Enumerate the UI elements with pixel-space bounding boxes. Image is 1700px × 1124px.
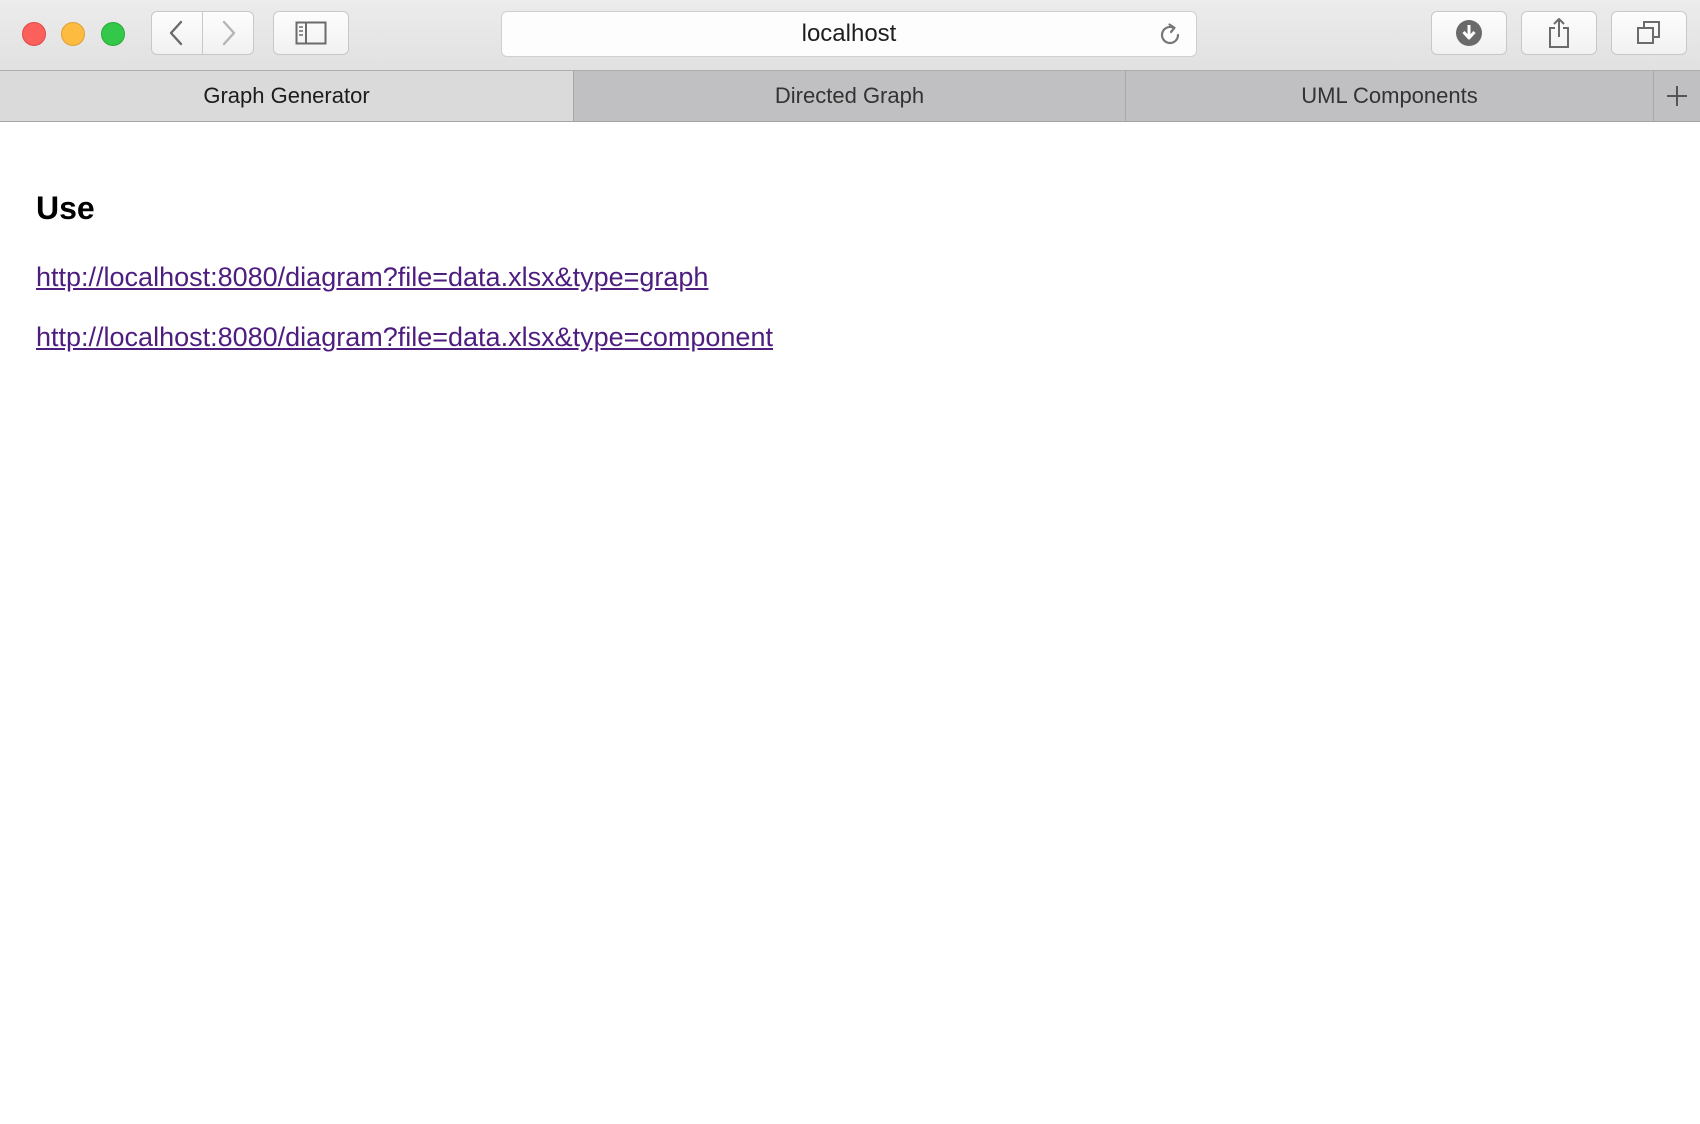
tab-label: Directed Graph [774,83,925,108]
tab-overview-button[interactable] [1611,11,1687,55]
address-url[interactable]: localhost [502,12,1196,56]
tab-graph-generator[interactable]: Graph Generator [0,71,573,121]
new-tab-button[interactable] [1653,71,1700,121]
tab-bar: Graph Generator Directed Graph UML Compo… [0,70,1700,122]
page-heading: Use [36,190,95,226]
minimize-window-button[interactable] [61,22,85,46]
close-window-button[interactable] [22,22,46,46]
download-icon [1456,20,1482,46]
maximize-window-button[interactable] [101,22,125,46]
plus-icon [1667,86,1687,106]
share-icon [1549,18,1569,48]
page-content: Use http://localhost:8080/diagram?file=d… [0,122,1700,1124]
address-bar[interactable]: localhost [501,11,1197,57]
tab-directed-graph[interactable]: Directed Graph [573,71,1125,121]
browser-window: localhost Graph Generator Directed Graph… [0,0,1700,1124]
tabs-overview-icon [1637,21,1660,44]
tab-uml-components[interactable]: UML Components [1125,71,1653,121]
tab-label: UML Components [1301,83,1478,108]
share-button[interactable] [1521,11,1597,55]
downloads-button[interactable] [1431,11,1507,55]
chevron-left-icon [169,20,183,46]
chevron-right-icon [222,20,236,46]
browser-toolbar: localhost [0,0,1700,70]
navigation-buttons [151,11,255,55]
back-button[interactable] [151,11,203,55]
sidebar-toggle-button[interactable] [273,11,349,55]
forward-button[interactable] [202,11,254,55]
reload-icon[interactable] [1156,21,1184,49]
graph-link[interactable]: http://localhost:8080/diagram?file=data.… [36,262,708,293]
tab-label: Graph Generator [203,83,370,108]
sidebar-icon [295,21,327,45]
component-link[interactable]: http://localhost:8080/diagram?file=data.… [36,322,773,353]
